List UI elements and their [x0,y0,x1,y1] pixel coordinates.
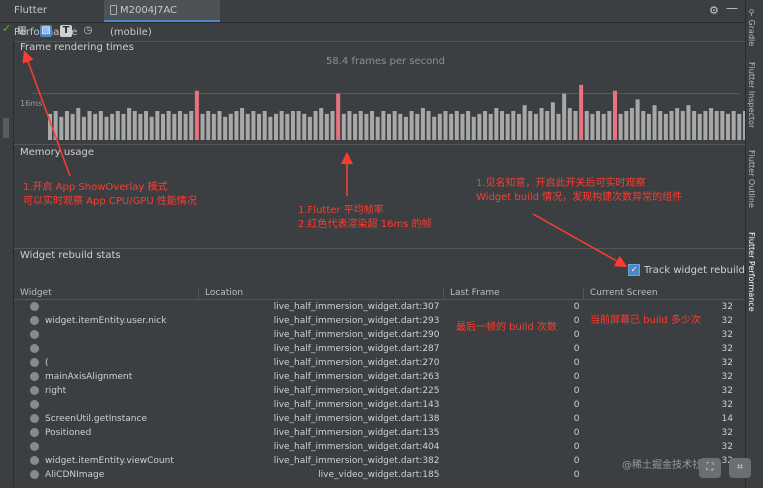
arrow-to-toolbar [22,50,71,177]
annotation-line: 可以实时观察 App CPU/GPU 性能情况 [23,196,197,207]
annotation-rebuild: 1.见名知意，开启此开关后可实时观察 Widget build 情况，发现构建次… [476,177,682,205]
annotation-current-screen: 当前屏幕已 build 多少次 [590,315,701,326]
annotation-line: Widget build 情况，发现构建次数异常的组件 [476,192,683,203]
screenshot-icon[interactable]: ⛶ [699,458,721,478]
annotation-last-frame: 最后一帧的 build 次数 [456,322,557,333]
scan-icon[interactable]: ⌗ [729,458,751,478]
annotation-line: 2.红色代表渲染超 16ms 的帧 [298,219,432,230]
annotation-line: 1.开启 App ShowOverlay 模式 [23,182,168,193]
annotation-arrows [22,50,628,267]
annotation-line: 1.Flutter 平均帧率 [298,205,384,216]
annotation-overlay: 1.开启 App ShowOverlay 模式 可以实时观察 App CPU/G… [23,181,197,209]
arrow-to-track [532,213,628,267]
annotation-line: 1.见名知意，开启此开关后可实时观察 [476,178,646,189]
annotation-fps: 1.Flutter 平均帧率 2.红色代表渲染超 16ms 的帧 [298,204,432,232]
